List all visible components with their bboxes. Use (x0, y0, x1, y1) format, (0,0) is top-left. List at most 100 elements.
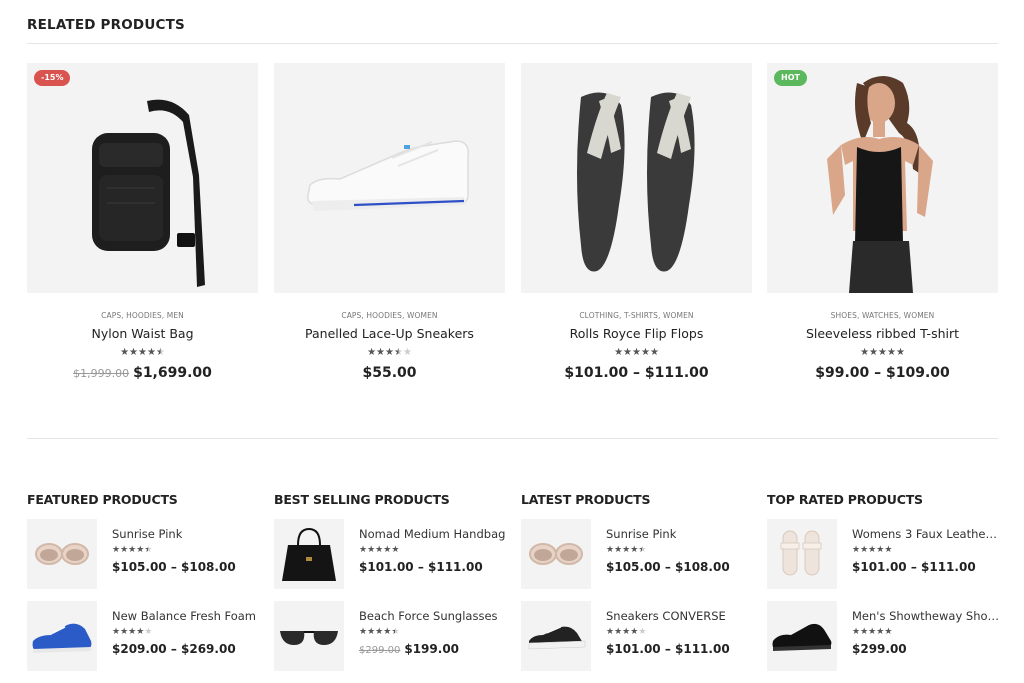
product-categories[interactable]: SHOES, WATCHES, WOMEN (767, 311, 998, 320)
star-icon: ★ (155, 347, 165, 358)
widget-title: TOP RATED PRODUCTS (767, 492, 923, 507)
star-icon: ★ (138, 347, 147, 358)
widget-product-item[interactable]: Sunrise Pink ★★★★★ $105.00 – $108.00 (27, 519, 259, 589)
product-image-sneaker[interactable] (274, 63, 505, 293)
star-icon: ★ (144, 627, 153, 637)
related-products-title: RELATED PRODUCTS (27, 17, 185, 33)
star-rating: ★★★★★ (852, 626, 1000, 638)
product-name[interactable]: New Balance Fresh Foam (112, 609, 260, 623)
product-card[interactable]: CLOTHING, T-SHIRTS, WOMEN Rolls Royce Fl… (521, 63, 752, 381)
product-name[interactable]: Nylon Waist Bag (27, 326, 258, 341)
star-icon: ★ (614, 347, 624, 358)
current-price: $55.00 (362, 365, 417, 381)
sunglasses-pink-icon (35, 543, 89, 565)
product-image-flipflops[interactable] (521, 63, 752, 293)
star-icon: ★ (638, 545, 647, 555)
model-tank-top-image (827, 76, 933, 293)
product-name[interactable]: Sunrise Pink (606, 527, 754, 541)
divider-top (27, 43, 998, 44)
star-icon: ★ (860, 347, 870, 358)
widget-product-item[interactable]: Men's Showtheway Shoes ★★★★★ $299.00 (767, 601, 1000, 671)
product-price: $209.00 – $269.00 (112, 642, 260, 656)
star-icon: ★ (376, 347, 386, 358)
old-price: $299.00 (359, 645, 401, 656)
widget-product-item[interactable]: Sneakers CONVERSE ★★★★★ $101.00 – $111.0… (521, 601, 753, 671)
product-price: $55.00 (274, 365, 505, 381)
sunglasses-pink-icon (529, 543, 583, 565)
product-name[interactable]: Panelled Lace-Up Sneakers (274, 326, 505, 341)
product-image-model[interactable]: HOT (767, 63, 998, 293)
sneaker-image (307, 140, 469, 211)
star-icon: ★ (869, 347, 879, 358)
star-icon: ★ (129, 347, 139, 358)
widget-product-item[interactable]: Nomad Medium Handbag ★★★★★ $101.00 – $11… (274, 519, 506, 589)
star-icon: ★ (649, 347, 659, 358)
star-icon: ★ (359, 627, 368, 637)
current-price: $101.00 – $111.00 (564, 365, 709, 381)
star-icon: ★ (614, 545, 623, 555)
widget-product-item[interactable]: New Balance Fresh Foam ★★★★★ $209.00 – $… (27, 601, 259, 671)
product-thumbnail[interactable] (767, 601, 837, 671)
product-thumbnail[interactable] (27, 519, 97, 589)
widget-title: LATEST PRODUCTS (521, 492, 651, 507)
product-name[interactable]: Nomad Medium Handbag (359, 527, 507, 541)
star-icon: ★ (638, 627, 647, 637)
star-icon: ★ (120, 347, 130, 358)
product-thumbnail[interactable] (521, 519, 591, 589)
product-name[interactable]: Beach Force Sunglasses (359, 609, 507, 623)
top-rated-products-widget: TOP RATED PRODUCTS Womens 3 Faux Leather… (767, 492, 1000, 671)
product-thumbnail[interactable] (767, 519, 837, 589)
widget-product-item[interactable]: Sunrise Pink ★★★★★ $105.00 – $108.00 (521, 519, 753, 589)
black-runner-icon (772, 623, 832, 651)
star-rating: ★★★★★ (112, 544, 260, 556)
converse-sneaker-icon (528, 626, 586, 650)
product-price: $101.00 – $111.00 (521, 365, 752, 381)
star-icon: ★ (606, 545, 615, 555)
star-rating: ★★★★★ (606, 626, 754, 638)
black-handbag-icon (282, 527, 336, 581)
widget-title: FEATURED PRODUCTS (27, 492, 178, 507)
product-name[interactable]: Sunrise Pink (112, 527, 260, 541)
product-categories[interactable]: CAPS, HOODIES, MEN (27, 311, 258, 320)
widget-product-item[interactable]: Beach Force Sunglasses ★★★★★ $299.00 $199… (274, 601, 506, 671)
product-name[interactable]: Men's Showtheway Shoes (852, 609, 1000, 623)
star-icon: ★ (623, 347, 633, 358)
star-icon: ★ (359, 545, 368, 555)
discount-badge: -15% (34, 70, 71, 86)
star-icon: ★ (606, 627, 615, 637)
star-icon: ★ (640, 347, 650, 358)
star-icon: ★ (632, 347, 641, 358)
white-sandals-icon (780, 530, 822, 576)
product-card[interactable]: -15% CAPS, HOODIES, MEN Nylon Waist Bag … (27, 63, 258, 381)
current-price: $209.00 – $269.00 (112, 642, 236, 656)
product-card[interactable]: HOT SHOES, WATCHES, WOMEN Sleeveless rib… (767, 63, 998, 381)
product-categories[interactable]: CAPS, HOODIES, WOMEN (274, 311, 505, 320)
old-price: $1,999.00 (73, 367, 130, 380)
product-categories[interactable]: CLOTHING, T-SHIRTS, WOMEN (521, 311, 752, 320)
product-thumbnail[interactable] (274, 601, 344, 671)
star-icon: ★ (393, 347, 403, 358)
product-image-backpack[interactable]: -15% (27, 63, 258, 293)
product-thumbnail[interactable] (27, 601, 97, 671)
star-icon: ★ (878, 347, 887, 358)
widget-title: BEST SELLING PRODUCTS (274, 492, 450, 507)
star-rating: ★★★★★ (112, 626, 260, 638)
star-icon: ★ (884, 627, 893, 637)
widget-product-item[interactable]: Womens 3 Faux Leather Sandals ★★★★★ $101… (767, 519, 1000, 589)
current-price: $101.00 – $111.00 (606, 642, 730, 656)
product-price: $105.00 – $108.00 (606, 560, 754, 574)
product-name[interactable]: Sleeveless ribbed T-shirt (767, 326, 998, 341)
product-thumbnail[interactable] (521, 601, 591, 671)
product-name[interactable]: Sneakers CONVERSE (606, 609, 754, 623)
star-icon: ★ (112, 545, 121, 555)
blue-sneaker-icon (32, 623, 92, 653)
product-card[interactable]: CAPS, HOODIES, WOMEN Panelled Lace-Up Sn… (274, 63, 505, 381)
product-name[interactable]: Rolls Royce Flip Flops (521, 326, 752, 341)
star-rating: ★★★★★ (521, 347, 752, 359)
product-price: $299.00 (852, 642, 1000, 656)
star-icon: ★ (367, 347, 377, 358)
star-icon: ★ (391, 545, 400, 555)
product-thumbnail[interactable] (274, 519, 344, 589)
star-icon: ★ (884, 545, 893, 555)
product-name[interactable]: Womens 3 Faux Leather Sandals (852, 527, 1000, 541)
